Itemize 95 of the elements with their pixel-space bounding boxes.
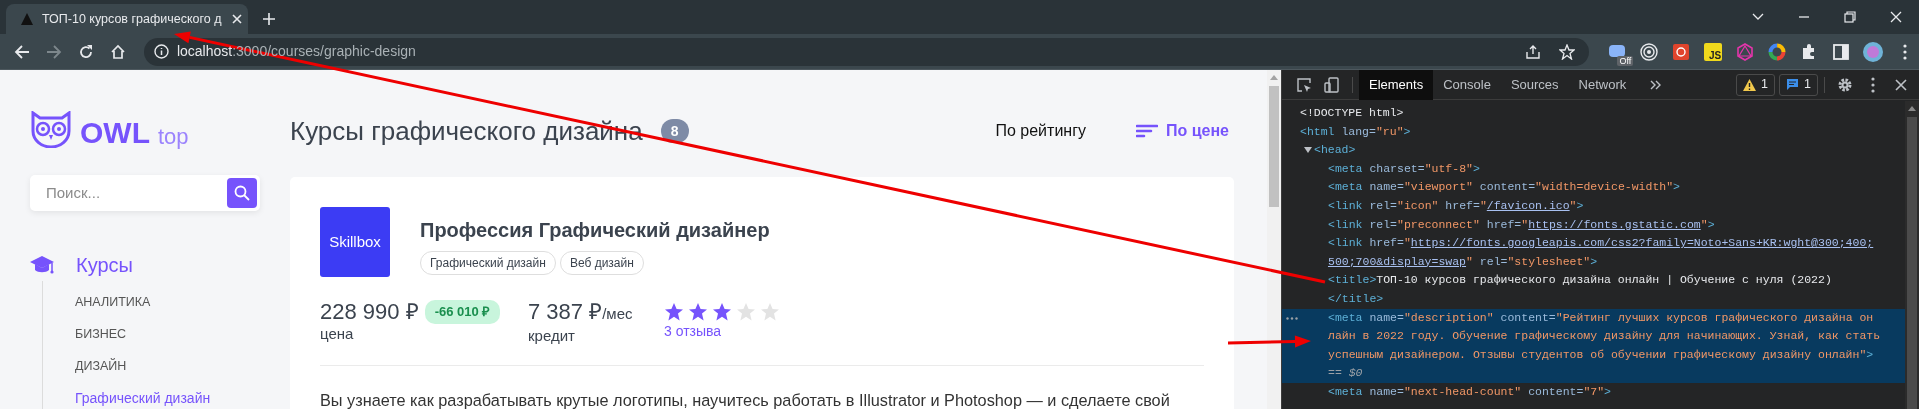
credit-price: 7 387 ₽/мес — [528, 299, 634, 326]
discount-badge: -66 010 ₽ — [424, 300, 501, 324]
search-bar[interactable]: Поиск... — [30, 175, 260, 211]
search-field[interactable]: Поиск... — [44, 180, 227, 206]
search-button[interactable] — [227, 178, 257, 208]
submenu-item[interactable]: ДИЗАЙН — [75, 350, 260, 382]
code-text: <meta name="viewport" content="width=device-width"> — [1328, 179, 1680, 196]
scroll-up-icon — [1908, 106, 1916, 111]
tab-title: ТОП-10 курсов графического д — [42, 10, 223, 28]
product-description: Вы узнаете как разрабатывать крутые логотипы, научитесь работать в Illustrator и Photoshop — и сделаете свой — [320, 390, 1171, 409]
price-text: 228 990 ₽ — [320, 299, 419, 325]
dom-node-row[interactable]: <meta charset="utf-8"> — [1282, 159, 1905, 179]
count-badge: 8 — [660, 119, 689, 143]
code-text: <link rel="icon" href="/favicon.ico"> — [1328, 197, 1584, 214]
logo-text: top — [158, 126, 189, 148]
home-icon[interactable] — [109, 43, 126, 60]
reload-icon[interactable] — [77, 43, 94, 60]
extension-button[interactable]: JS — [1699, 37, 1728, 66]
logo-text: OWL — [80, 118, 150, 148]
dom-node-row[interactable]: <link rel="icon" href="/favicon.ico"> — [1282, 196, 1905, 216]
close-icon[interactable] — [1895, 78, 1907, 91]
back-icon[interactable] — [14, 43, 30, 60]
code-text: <meta name="next-head-count" content="7"> — [1328, 383, 1611, 400]
code-text: <meta charset="utf-8"> — [1328, 160, 1480, 177]
dom-node-row[interactable]: <title>ТОП-10 курсов графического дизайна онлайн | Обучение с нуля (2022) — [1282, 271, 1905, 290]
dom-node-row[interactable]: <meta name="viewport" content="width=device-width"> — [1282, 178, 1905, 197]
company-logo: Skillbox — [320, 207, 390, 277]
credit-label: кредит — [528, 327, 576, 345]
graduation-cap-icon — [30, 254, 54, 276]
code-text: <head> — [1314, 142, 1356, 159]
settings-icon[interactable] — [1837, 76, 1853, 93]
favicon-icon — [20, 12, 34, 26]
devtools-tab[interactable]: Sources — [1500, 70, 1569, 100]
color-wheel-icon[interactable] — [1768, 42, 1787, 61]
ellipsis-icon — [1286, 316, 1298, 320]
search-icon — [234, 185, 250, 201]
more-tabs-icon[interactable] — [1650, 79, 1663, 90]
reviews-link[interactable]: 3 отзыва — [664, 322, 780, 340]
product-title: Профессия Графический дизайнер — [420, 218, 770, 243]
inspect-icon[interactable] — [1296, 76, 1312, 93]
share-icon[interactable] — [1525, 43, 1542, 60]
sort-button[interactable]: По цене — [1136, 119, 1229, 143]
bookmark-star-icon[interactable] — [1559, 43, 1576, 60]
sort-icon — [1136, 124, 1158, 138]
hexagon-icon[interactable] — [1736, 42, 1755, 61]
info-icon — [153, 44, 169, 59]
star-icon — [760, 302, 780, 322]
code-text: <!DOCTYPE html> — [1300, 105, 1404, 121]
expand-triangle-icon[interactable] — [1304, 146, 1312, 155]
message-icon — [1786, 78, 1800, 91]
warnings-counter[interactable]: 1 — [1736, 73, 1776, 96]
warning-icon — [1743, 78, 1757, 91]
devtools-tab[interactable]: Console — [1433, 70, 1501, 100]
dom-node-row[interactable]: <head> — [1282, 141, 1905, 160]
devtools-tab[interactable]: Elements — [1359, 70, 1434, 100]
code-text: <link rel="preconnect" href="https://fonts.gstatic.com"> — [1328, 216, 1715, 233]
submenu-item[interactable]: БИЗНЕС — [75, 318, 260, 350]
dom-node-row[interactable]: <link href="https://fonts.googleapis.com/css2?family=Noto+Sans+KR:wght@300;400;500;700&display=swap" rel="stylesheet"> — [1282, 234, 1905, 272]
scrollbar[interactable] — [1905, 101, 1919, 409]
forward-icon[interactable] — [45, 43, 62, 60]
messages-counter[interactable]: 1 — [1779, 73, 1818, 96]
star-icon — [688, 302, 708, 322]
code-text: <link href="https://fonts.googleapis.com/css2?family=Noto+Sans+KR:wght@300;400;500;700&display=swap" rel="stylesheet"> — [1328, 235, 1875, 270]
scrollbar-thumb[interactable] — [1269, 86, 1279, 207]
scroll-up-icon — [1270, 75, 1278, 80]
browser-tab[interactable]: ТОП-10 курсов графического д — [6, 4, 248, 34]
star-icon — [736, 302, 756, 322]
devtools-tab[interactable]: Network — [1568, 70, 1637, 100]
sort-button[interactable]: По рейтингу — [995, 119, 1086, 143]
restore-icon[interactable] — [1844, 11, 1856, 23]
price-label: цена — [320, 325, 355, 343]
device-toolbar-icon[interactable] — [1324, 76, 1340, 93]
side-panel-icon[interactable] — [1833, 43, 1850, 60]
avatar[interactable] — [1862, 40, 1885, 63]
more-icon[interactable] — [1871, 76, 1875, 93]
more-icon[interactable] — [1903, 43, 1907, 60]
scrollbar[interactable] — [1267, 70, 1281, 409]
submenu-item[interactable]: Графический дизайн — [75, 382, 260, 409]
scrollbar-thumb[interactable] — [1907, 117, 1917, 409]
code-text: <meta name="description" content="Рейтинг лучших курсов графического дизайна онлайн в 2022 году. Обучение графическому дизайну для начинающих. Узнай, как стать успешным дизайнером. Отзывы студентов об обучении графическому дизайну онлайн"> == $0 — [1328, 309, 1881, 382]
submenu-item[interactable]: АНАЛИТИКА — [75, 286, 260, 318]
star-icon — [664, 302, 684, 322]
menu-item[interactable]: Курсы — [76, 253, 133, 277]
owl-logo-icon — [30, 111, 72, 148]
extension-button[interactable]: Off — [1603, 37, 1632, 66]
new-tab-icon[interactable] — [263, 13, 275, 25]
dom-node-row[interactable]: <!DOCTYPE html> — [1282, 104, 1905, 123]
dom-node-row[interactable]: <html lang="ru"> — [1282, 122, 1905, 142]
target-icon[interactable] — [1640, 42, 1659, 61]
code-text: <title>ТОП-10 курсов графического дизайна онлайн | Обучение с нуля (2022) — [1328, 272, 1832, 289]
dom-node-row[interactable]: <meta name="next-head-count" content="7"> — [1282, 382, 1905, 402]
code-text: <html lang="ru"> — [1300, 123, 1411, 140]
code-text: </title> — [1328, 290, 1384, 307]
star-icon — [712, 302, 732, 322]
dom-node-row[interactable]: <link rel="preconnect" href="https://fonts.gstatic.com"> — [1282, 215, 1905, 235]
